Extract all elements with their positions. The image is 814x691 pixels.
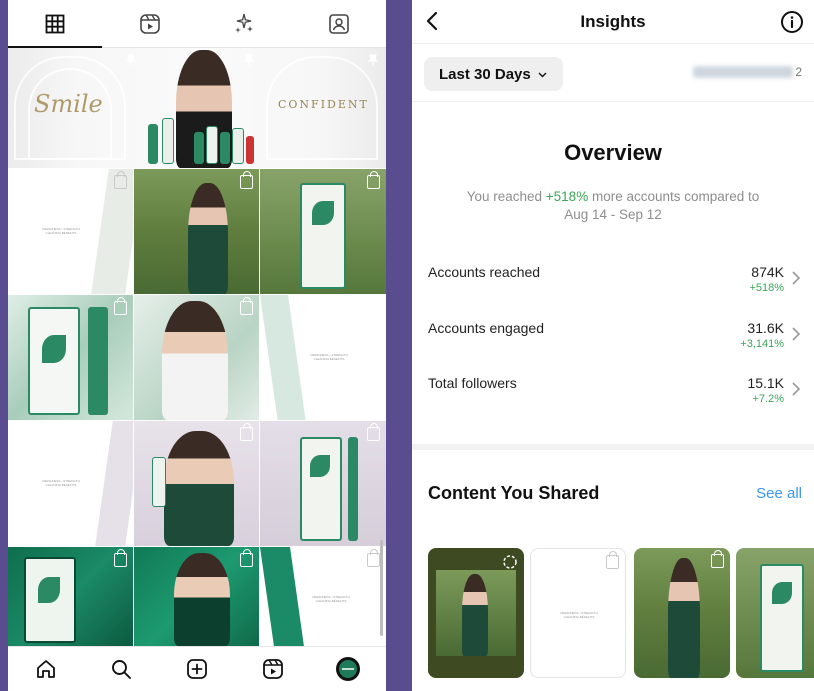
metric-label: Accounts reached	[428, 264, 541, 280]
shopping-bag-icon	[240, 423, 253, 441]
reach-summary: You reached +518% more accounts compared…	[442, 188, 784, 224]
grid-post[interactable]	[134, 421, 259, 546]
shared-content-thumb[interactable]	[428, 548, 524, 678]
see-all-link[interactable]: See all	[756, 485, 802, 502]
shopping-bag-icon	[240, 171, 253, 189]
reels-icon	[262, 659, 283, 679]
date-range-label: Last 30 Days	[439, 65, 531, 83]
metric-label: Accounts engaged	[428, 320, 544, 336]
grid-post[interactable]: FRESHNESS • STRENGTH CLEANING BENEFITS	[8, 421, 133, 546]
nav-profile[interactable]	[310, 647, 386, 691]
grid-post[interactable]: FRESHNESS • STRENGTH CLEANING BENEFITS	[8, 169, 133, 294]
home-icon	[36, 660, 55, 678]
chevron-down-icon	[538, 72, 547, 77]
reach-percent: +518%	[545, 189, 589, 204]
nav-home[interactable]	[8, 647, 84, 691]
metric-accounts-engaged[interactable]: Accounts engaged 31.6K +3,141%	[428, 320, 802, 360]
insights-screen: Insights Last 30 Days 2 Overview You rea…	[412, 0, 814, 691]
tab-reels[interactable]	[103, 0, 198, 48]
pin-icon	[367, 54, 379, 66]
shopping-bag-icon	[367, 423, 380, 441]
shared-content-carousel: FRESHNESS • STRENGTH CLEANING BENEFITS	[428, 548, 814, 678]
metric-value: 15.1K	[747, 375, 784, 391]
grid-icon	[45, 14, 65, 33]
grid-post[interactable]: FRESHNESS • STRENGTH CLEANING BENEFITS	[260, 295, 386, 420]
shared-section-title: Content You Shared	[428, 483, 600, 503]
grid-post[interactable]	[260, 169, 386, 294]
grid-post[interactable]	[260, 421, 386, 546]
metric-change: +518%	[749, 282, 784, 294]
date-range-dropdown[interactable]: Last 30 Days	[424, 57, 563, 91]
metric-accounts-reached[interactable]: Accounts reached 874K +518%	[428, 264, 802, 304]
grid-post[interactable]	[134, 295, 259, 420]
grid-post[interactable]	[8, 295, 133, 420]
grid-post[interactable]	[134, 547, 259, 646]
model-figure	[162, 301, 228, 420]
filter-row: Last 30 Days 2	[412, 44, 814, 102]
scrollbar[interactable]	[380, 540, 383, 636]
page-title: Insights	[580, 11, 646, 31]
shopping-bag-icon	[114, 297, 127, 315]
shopping-bag-icon	[711, 550, 724, 568]
metric-change: +3,141%	[740, 338, 784, 350]
tab-grid[interactable]	[8, 0, 103, 48]
shopping-bag-icon	[367, 171, 380, 189]
account-name-blurred	[693, 66, 794, 78]
bottom-navigation	[8, 646, 386, 691]
tab-tagged[interactable]	[292, 0, 387, 48]
nav-search[interactable]	[84, 647, 160, 691]
metric-change: +7.2%	[752, 393, 785, 405]
chevron-right-icon	[792, 327, 801, 341]
reach-prefix: You reached	[466, 189, 546, 204]
shared-content-thumb[interactable]	[736, 548, 814, 678]
nav-create[interactable]	[159, 647, 235, 691]
sparkle-icon	[235, 13, 254, 33]
reach-suffix: more accounts compared to	[588, 189, 760, 204]
tagged-icon	[328, 13, 349, 34]
profile-screen: Smile CONFIDENT FRESHNESS • STRENGTH CLEA…	[8, 0, 386, 691]
shopping-bag-icon	[114, 549, 127, 567]
account-suffix: 2	[795, 65, 802, 79]
grid-post-banner[interactable]: Smile CONFIDENT	[8, 48, 386, 168]
carousel-loading-icon	[503, 555, 517, 569]
grid-post[interactable]	[8, 547, 133, 646]
metric-label: Total followers	[428, 375, 517, 391]
pin-icon	[243, 54, 255, 66]
shopping-bag-icon	[114, 171, 127, 189]
create-icon	[187, 659, 207, 679]
back-chevron-icon[interactable]	[422, 10, 444, 32]
chevron-right-icon	[792, 382, 801, 396]
section-divider	[412, 444, 814, 450]
post-grid: Smile CONFIDENT FRESHNESS • STRENGTH CLEA…	[8, 48, 386, 646]
model-figure	[164, 431, 234, 546]
pin-icon	[125, 54, 137, 66]
model-figure	[188, 183, 228, 294]
profile-avatar-icon	[336, 657, 361, 681]
shared-content-thumb[interactable]	[634, 548, 730, 678]
chevron-right-icon	[792, 271, 801, 285]
profile-tabbar	[8, 0, 386, 48]
banner-confident-text: CONFIDENT	[278, 98, 369, 111]
grid-post[interactable]	[134, 169, 259, 294]
insights-header: Insights	[412, 0, 814, 44]
metric-value: 31.6K	[747, 320, 784, 336]
search-icon	[112, 660, 132, 679]
shopping-bag-icon	[240, 549, 253, 567]
grid-post[interactable]: FRESHNESS • STRENGTH CLEANING BENEFITS	[260, 547, 386, 646]
reels-icon	[139, 13, 160, 34]
overview-title: Overview	[564, 140, 662, 165]
account-selector[interactable]: 2	[692, 62, 802, 82]
nav-reels[interactable]	[235, 647, 311, 691]
shopping-bag-icon	[606, 551, 619, 569]
shopping-bag-icon	[367, 549, 380, 567]
compare-range: Aug 14 - Sep 12	[564, 207, 662, 222]
banner-script-text: Smile	[34, 90, 103, 118]
info-icon[interactable]	[780, 10, 804, 34]
model-figure	[174, 553, 230, 646]
metric-total-followers[interactable]: Total followers 15.1K +7.2%	[428, 375, 802, 415]
tab-sparkle[interactable]	[197, 0, 292, 48]
metric-value: 874K	[751, 264, 784, 280]
shared-content-thumb[interactable]: FRESHNESS • STRENGTH CLEANING BENEFITS	[530, 548, 626, 678]
shopping-bag-icon	[240, 297, 253, 315]
